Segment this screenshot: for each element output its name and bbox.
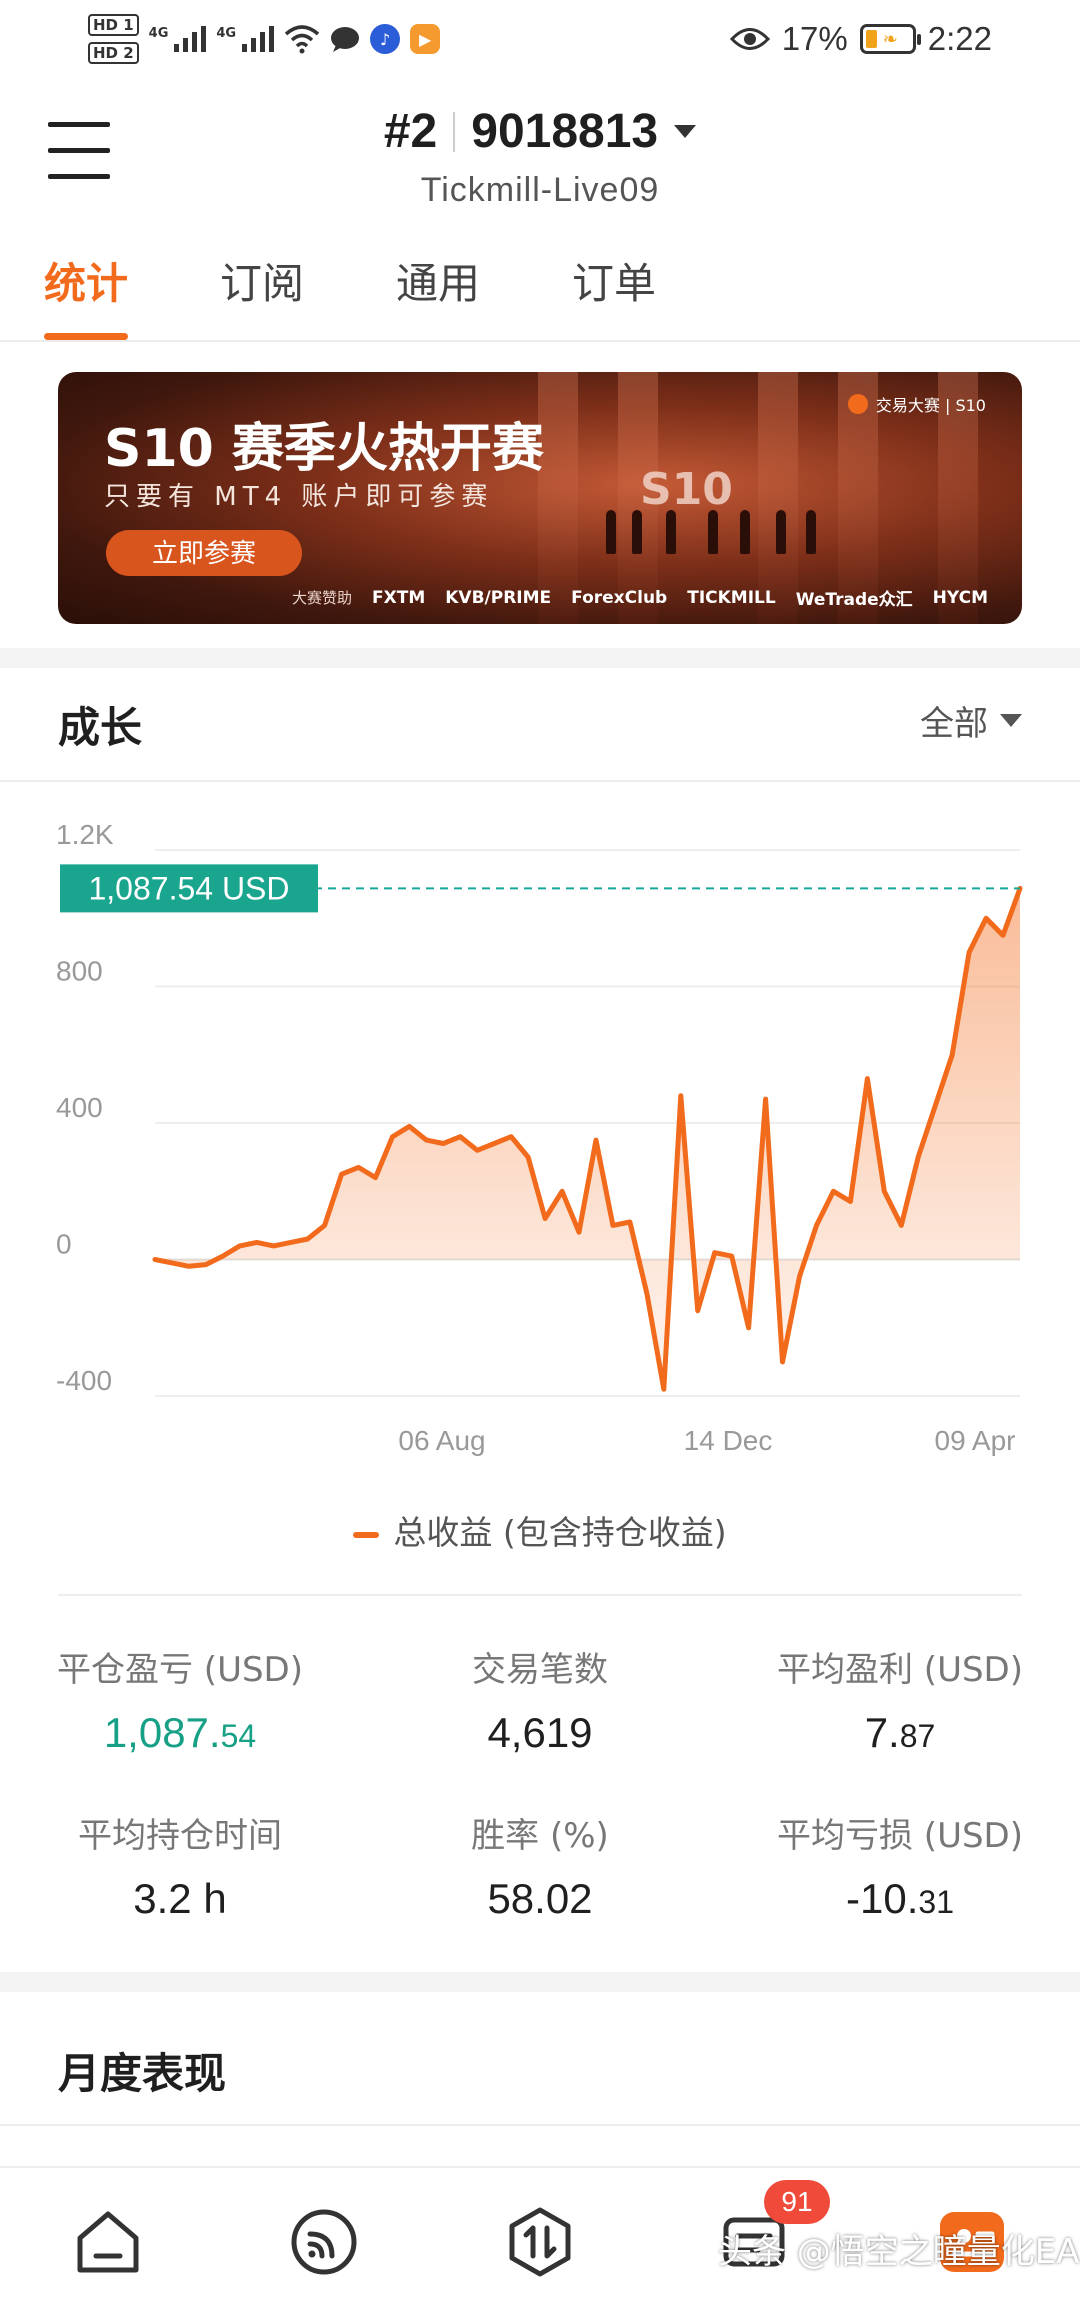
x-tick-label: 14 Dec — [684, 1425, 773, 1456]
eye-icon — [729, 28, 770, 50]
legend-swatch — [353, 1531, 380, 1538]
section-divider — [0, 648, 1080, 668]
series-area — [155, 888, 1020, 1390]
x-tick-label: 09 Apr — [935, 1425, 1016, 1456]
battery-icon: ❧ — [859, 24, 921, 54]
join-contest-button[interactable]: 立即参赛 — [106, 530, 302, 576]
sponsor-hycm: HYCM — [932, 587, 988, 608]
banner-tag: 交易大赛 | S10 — [847, 392, 986, 416]
account-header[interactable]: #2 9018813 Tickmill-Live09 — [0, 104, 1080, 210]
section-divider — [0, 1972, 1080, 1992]
stat-value: 3.2 h — [133, 1875, 227, 1922]
range-dropdown[interactable]: 全部 — [920, 696, 1022, 745]
stat-win-rate: 胜率 (%) 58.02 — [360, 1808, 720, 1923]
account-id: 9018813 — [471, 105, 659, 158]
stat-value: 7.87 — [864, 1709, 936, 1756]
nav-home[interactable] — [68, 2202, 148, 2282]
y-tick-label: 400 — [56, 1092, 103, 1123]
hd2-icon: HD 2 — [88, 42, 139, 64]
stat-label: 平均盈利 (USD) — [777, 1650, 1023, 1690]
home-icon — [77, 2211, 139, 2273]
sponsor-wetrade: WeTrade众汇 — [795, 590, 913, 610]
x-tick-label: 06 Aug — [398, 1425, 485, 1456]
stat-trade-count: 交易笔数 4,619 — [360, 1642, 720, 1757]
stat-value: 1,087.54 — [103, 1709, 257, 1756]
stat-label: 交易笔数 — [472, 1650, 608, 1690]
tab-bar: 统计 订阅 通用 订单 — [0, 252, 1080, 342]
status-left: HD 1 HD 2 4G 4G ♪ ▶ — [88, 14, 441, 64]
tab-subscribe[interactable]: 订阅 — [220, 252, 304, 340]
net1-label: 4G — [148, 26, 169, 41]
stat-closed-pnl: 平仓盈亏 (USD) 1,087.54 — [0, 1642, 360, 1757]
range-value: 全部 — [920, 704, 988, 744]
server-name: Tickmill-Live09 — [420, 171, 660, 209]
watermark: 头条 @悟空之瞳量化EA — [718, 2232, 1080, 2272]
promo-banner[interactable]: 交易大赛 | S10 S10 赛季火热开赛 只要有 MT4 账户即可参赛 立即参… — [58, 372, 1022, 624]
stat-avg-profit: 平均盈利 (USD) 7.87 — [720, 1642, 1080, 1757]
nav-trade[interactable] — [500, 2202, 580, 2282]
signal2-icon: 4G — [216, 26, 275, 52]
sponsor-list: 大赛赞助 FXTM KVB/PRIME ForexClub TICKMILL W… — [292, 585, 988, 611]
growth-header-divider — [0, 780, 1080, 782]
stat-label: 平均亏损 (USD) — [777, 1816, 1023, 1856]
growth-chart: 1.2K 800 400 0 -400 06 Aug 14 Dec 09 Apr 1,087.5… — [56, 819, 1023, 1456]
signal1-icon: 4G — [149, 26, 207, 52]
clock: 2:22 — [927, 20, 992, 57]
stat-label: 平仓盈亏 (USD) — [57, 1650, 303, 1690]
series-line — [152, 885, 1023, 1392]
sponsor-fxtm: FXTM — [372, 587, 426, 608]
stat-avg-hold-time: 平均持仓时间 3.2 h — [0, 1808, 360, 1923]
stat-value: 58.02 — [487, 1875, 593, 1922]
y-tick-label: 800 — [56, 956, 103, 987]
chevron-down-icon — [674, 125, 697, 138]
y-tick-label: 0 — [56, 1229, 72, 1260]
status-bar: HD 1 HD 2 4G 4G ♪ ▶ 17% ❧ 2:22 — [0, 0, 1080, 82]
current-value-label: 1,087.54 USD — [88, 870, 289, 906]
message-badge: 91 — [764, 2180, 830, 2224]
status-right: 17% ❧ 2:22 — [729, 20, 992, 58]
chart-legend: 总收益 (包含持仓收益) — [0, 1506, 1080, 1554]
banner-subtitle: 只要有 MT4 账户即可参赛 — [104, 482, 494, 512]
account-separator — [453, 111, 456, 152]
banner-emblem: S10 — [640, 464, 733, 515]
tab-statistics[interactable]: 统计 — [44, 252, 129, 340]
sponsor-kvb: KVB/PRIME — [445, 587, 552, 608]
monthly-divider — [0, 2124, 1080, 2126]
sim-indicators: HD 1 HD 2 — [88, 14, 139, 64]
tab-general[interactable]: 通用 — [396, 252, 480, 340]
y-tick-label: -400 — [56, 1365, 112, 1396]
account-selector[interactable]: #2 9018813 — [383, 104, 697, 159]
stat-avg-loss: 平均亏损 (USD) -10.31 — [720, 1808, 1080, 1923]
account-number: #2 — [383, 105, 438, 158]
stat-value: -10.31 — [846, 1875, 954, 1922]
stat-label: 平均持仓时间 — [78, 1816, 282, 1856]
battery-percent: 17% — [781, 20, 848, 57]
legend-label: 总收益 (包含持仓收益) — [393, 1513, 727, 1552]
banner-tag-text: 交易大赛 | S10 — [875, 396, 986, 415]
sponsor-lead: 大赛赞助 — [292, 589, 353, 607]
sponsor-tickmill: TICKMILL — [687, 587, 776, 608]
hd1-icon: HD 1 — [88, 14, 139, 36]
growth-title: 成长 — [58, 703, 143, 752]
wifi-icon — [284, 25, 320, 54]
net2-label: 4G — [216, 26, 237, 41]
stats-divider — [58, 1594, 1022, 1596]
signal-icon — [291, 2209, 357, 2275]
stat-value: 4,619 — [487, 1709, 593, 1756]
monthly-title: 月度表现 — [58, 2049, 227, 2098]
banner-title: S10 赛季火热开赛 — [104, 419, 544, 479]
stat-label: 胜率 (%) — [471, 1816, 609, 1856]
video-app-icon: ▶ — [410, 24, 441, 54]
chat-icon — [331, 27, 360, 52]
sponsor-forexclub: ForexClub — [571, 587, 668, 608]
y-tick-label: 1.2K — [56, 819, 114, 850]
music-app-icon: ♪ — [370, 24, 401, 54]
contest-logo-icon — [847, 394, 868, 414]
chevron-down-icon — [1000, 714, 1022, 727]
tab-orders[interactable]: 订单 — [572, 252, 656, 340]
trade-icon — [509, 2207, 571, 2277]
nav-signals[interactable] — [284, 2202, 364, 2282]
